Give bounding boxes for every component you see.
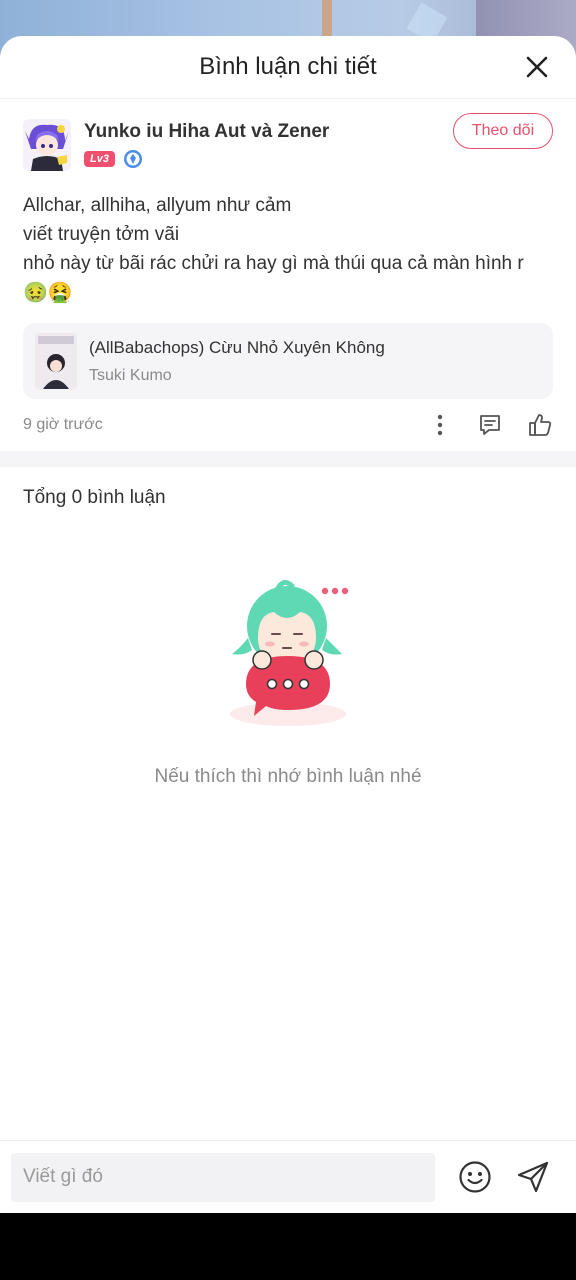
author-name[interactable]: Yunko iu Hiha Aut và Zener: [84, 121, 329, 143]
linked-book-card[interactable]: (AllBabachops) Cừu Nhỏ Xuyên Không Tsuki…: [23, 323, 553, 399]
avatar[interactable]: [23, 119, 71, 171]
emoji-icon: [459, 1161, 491, 1193]
post-time: 9 giờ trước: [23, 416, 103, 433]
level-badge: Lv3: [84, 151, 115, 167]
sheet-header: Bình luận chi tiết: [0, 36, 576, 99]
post-emojis: 🤢🤮: [23, 282, 73, 304]
book-cover: [35, 333, 77, 389]
post: Yunko iu Hiha Aut và Zener Lv3 Theo dõi …: [0, 113, 576, 439]
post-meta: 9 giờ trước: [23, 411, 553, 439]
send-icon: [517, 1161, 549, 1193]
empty-comments: Nếu thích thì nhớ bình luận nhé: [0, 576, 576, 788]
more-button[interactable]: [427, 412, 453, 438]
shield-badge-icon: [123, 150, 142, 168]
close-icon[interactable]: [526, 56, 548, 78]
emoji-button[interactable]: [457, 1159, 493, 1195]
comment-detail-sheet: Bình luận chi tiết Yunko iu Hiha Aut và …: [0, 36, 576, 1213]
empty-mascot-illustration: [230, 580, 349, 726]
section-divider: [0, 451, 576, 467]
reply-button[interactable]: [477, 412, 503, 438]
send-button[interactable]: [515, 1159, 551, 1195]
follow-button[interactable]: Theo dõi: [453, 113, 553, 149]
post-author: Yunko iu Hiha Aut và Zener Lv3 Theo dõi: [23, 113, 553, 177]
sheet-title: Bình luận chi tiết: [199, 53, 377, 80]
empty-comments-text: Nếu thích thì nhớ bình luận nhé: [154, 766, 422, 787]
thumbs-up-icon: [529, 414, 552, 436]
comment-input[interactable]: [11, 1152, 435, 1202]
comments-total: Tổng 0 bình luận: [23, 487, 166, 508]
comment-icon: [480, 415, 500, 435]
book-title: (AllBabachops) Cừu Nhỏ Xuyên Không: [89, 337, 385, 357]
like-button[interactable]: [527, 412, 553, 438]
comment-input-bar: [0, 1140, 576, 1213]
post-content: Allchar, allhiha, allyum như cảm viết tr…: [23, 195, 524, 274]
more-vertical-icon: [437, 414, 443, 436]
book-author: Tsuki Kumo: [89, 366, 172, 384]
